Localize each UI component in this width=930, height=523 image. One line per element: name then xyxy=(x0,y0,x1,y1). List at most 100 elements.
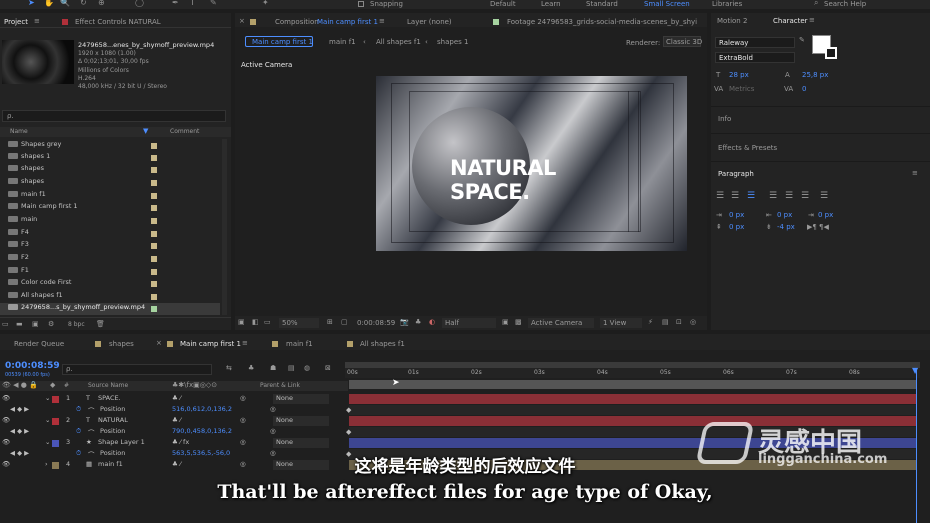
time-ruler[interactable]: 00s 01s 02s 03s 04s 05s 06s 07s 08s xyxy=(345,368,920,378)
align-left-icon[interactable]: ☰ xyxy=(716,191,724,201)
stopwatch-icon[interactable]: ⏱ xyxy=(76,427,81,436)
search-help-field[interactable]: Search Help xyxy=(824,0,866,8)
transparency-grid-icon[interactable]: ▩ xyxy=(515,318,522,326)
space-after-value[interactable]: -4 px xyxy=(777,223,795,231)
tab-render-queue[interactable]: Render Queue xyxy=(14,340,64,348)
footage-file-name[interactable]: 2479658...enes_by_shymoff_preview.mp4 xyxy=(78,41,214,49)
expand-arrow-icon[interactable]: ⌄ xyxy=(45,438,50,446)
layer-switches[interactable]: ♣ ⁄ xyxy=(172,416,181,424)
selection-tool-icon[interactable]: ➤ xyxy=(28,0,35,7)
comp-preview-canvas[interactable]: NATURAL SPACE. xyxy=(376,76,687,251)
breadcrumb-item[interactable]: shapes 1 xyxy=(437,38,468,46)
list-item[interactable]: Color code First xyxy=(0,278,220,290)
list-item[interactable]: main xyxy=(0,215,220,227)
kerning-value[interactable]: Metrics xyxy=(729,85,754,93)
eyedropper-icon[interactable]: ✎ xyxy=(799,36,805,44)
table-row[interactable]: 👁 ⌄ 2 T NATURAL ♣ ⁄ ◎ None xyxy=(0,416,348,427)
effects-presets-header[interactable]: Effects & Presets xyxy=(718,144,777,152)
keyframe-icon[interactable]: ◆ xyxy=(346,406,351,414)
tab-menu-icon[interactable]: ≡ xyxy=(809,16,815,24)
playhead-handle-icon[interactable]: ▼ xyxy=(912,366,918,375)
list-item[interactable]: shapes xyxy=(0,164,220,176)
justify-center-icon[interactable]: ☰ xyxy=(785,191,793,201)
pen-tool-icon[interactable]: ✒ xyxy=(172,0,179,7)
breadcrumb-item[interactable]: Main camp first 1 xyxy=(252,38,313,46)
col-source-name[interactable]: Source Name xyxy=(88,382,128,389)
layer-label-color[interactable] xyxy=(52,418,59,425)
parent-pick-whip-icon[interactable]: ◎ xyxy=(240,394,246,402)
project-search-input[interactable]: ρ. xyxy=(2,110,226,122)
visibility-icon[interactable]: 👁 xyxy=(2,394,10,402)
font-family-select[interactable]: Raleway xyxy=(715,37,795,48)
list-item[interactable]: Shapes grey xyxy=(0,140,220,152)
col-name[interactable]: Name xyxy=(10,128,28,135)
workspace-libraries[interactable]: Libraries xyxy=(712,0,742,8)
paragraph-header[interactable]: Paragraph xyxy=(718,170,754,178)
position-value[interactable]: 516,0,612,0,136,2 xyxy=(172,405,232,413)
keyframe-icon[interactable]: ◆ xyxy=(346,428,351,436)
timeline-search-input[interactable]: ρ. xyxy=(62,364,212,375)
indent-right-value[interactable]: 0 px xyxy=(777,211,792,219)
parent-pick-whip-icon[interactable]: ◎ xyxy=(240,438,246,446)
col-comment[interactable]: Comment xyxy=(170,128,199,135)
align-center-icon[interactable]: ☰ xyxy=(731,191,739,201)
table-row[interactable]: ◀ ◆ ▶ ⏱ ⌒ Position 516,0,612,0,136,2 ◎ xyxy=(0,405,348,416)
position-value[interactable]: 790,0,458,0,136,2 xyxy=(172,427,232,435)
workspace-small-screen[interactable]: Small Screen xyxy=(644,0,690,8)
snapshot-icon[interactable]: 📷 xyxy=(400,318,409,326)
list-item[interactable]: All shapes f1 xyxy=(0,291,220,303)
visibility-icon[interactable]: 👁 xyxy=(2,438,10,446)
list-item[interactable]: Main camp first 1 xyxy=(0,202,220,214)
list-item-selected[interactable]: 2479658...s_by_shymoff_preview.mp4 xyxy=(0,303,220,315)
breadcrumb-item[interactable]: All shapes f1 xyxy=(376,38,421,46)
visibility-icon[interactable]: 👁 xyxy=(2,416,10,424)
settings-icon[interactable]: ⚙ xyxy=(48,320,54,328)
layer-label-color[interactable] xyxy=(52,440,59,447)
pick-whip-icon[interactable]: ◎ xyxy=(270,405,276,413)
region-icon[interactable]: ▢ xyxy=(341,318,348,326)
draft-3d-icon[interactable]: ♣ xyxy=(248,364,254,372)
align-right-icon[interactable]: ☰ xyxy=(747,191,755,201)
space-before-value[interactable]: 0 px xyxy=(729,223,744,231)
text-direction-icon[interactable]: ▶¶ ¶◀ xyxy=(807,223,829,231)
text-tool-icon[interactable]: T xyxy=(190,0,195,7)
zoom-tool-icon[interactable]: 🔍 xyxy=(60,0,70,7)
font-style-select[interactable]: ExtraBold xyxy=(715,52,795,63)
breadcrumb-item[interactable]: main f1 xyxy=(329,38,356,46)
workspace-standard[interactable]: Standard xyxy=(586,0,618,8)
tab-layer[interactable]: Layer (none) xyxy=(407,18,452,26)
layer-name[interactable]: Shape Layer 1 xyxy=(98,438,145,446)
puppet-tool-icon[interactable]: ✦ xyxy=(262,0,269,7)
display-icon[interactable]: ▭ xyxy=(264,318,271,326)
flowchart-icon[interactable]: ⊡ xyxy=(676,318,682,326)
work-area-bar[interactable] xyxy=(349,380,916,389)
tab-close-icon[interactable]: × xyxy=(156,339,162,347)
rotate-tool-icon[interactable]: ↻ xyxy=(80,0,87,7)
hide-shy-icon[interactable]: ☗ xyxy=(270,364,276,372)
tracking-value[interactable]: 0 xyxy=(802,85,806,93)
show-snapshot-icon[interactable]: ♣ xyxy=(415,318,421,326)
justify-all-icon[interactable]: ☰ xyxy=(820,191,828,201)
color-channel-icon[interactable]: ◐ xyxy=(429,318,435,326)
timeline-timecode[interactable]: 0:00:08:59 xyxy=(5,361,60,371)
tab-menu-icon[interactable]: ≡ xyxy=(34,17,40,25)
layer-switches[interactable]: ♣ ⁄ xyxy=(172,394,181,402)
roi-icon[interactable]: ▣ xyxy=(502,318,509,326)
tab-footage[interactable]: Footage 24796583_grids-social-media-scen… xyxy=(507,18,697,26)
table-row[interactable]: 👁 ⌄ 3 ★ Shape Layer 1 ♣ ⁄ fx ◎ None xyxy=(0,438,348,449)
tab-composition[interactable]: Main camp first 1 xyxy=(317,18,378,26)
col-parent-link[interactable]: Parent & Link xyxy=(260,382,300,389)
justify-right-icon[interactable]: ☰ xyxy=(801,191,809,201)
hand-tool-icon[interactable]: ✋ xyxy=(44,0,54,7)
workspace-default[interactable]: Default xyxy=(490,0,516,8)
project-scrollbar[interactable] xyxy=(222,139,227,315)
indent-left-value[interactable]: 0 px xyxy=(729,211,744,219)
trash-icon[interactable]: 🗑 xyxy=(96,320,105,328)
brush-tool-icon[interactable]: ✎ xyxy=(210,0,217,7)
tab-shapes[interactable]: shapes xyxy=(109,340,134,348)
grid-icon[interactable]: ⊞ xyxy=(327,318,333,326)
indent-first-value[interactable]: 0 px xyxy=(818,211,833,219)
frame-blending-icon[interactable]: ▤ xyxy=(288,364,295,372)
info-panel-header[interactable]: Info xyxy=(718,115,731,123)
always-preview-icon[interactable]: ▣ xyxy=(238,318,245,326)
